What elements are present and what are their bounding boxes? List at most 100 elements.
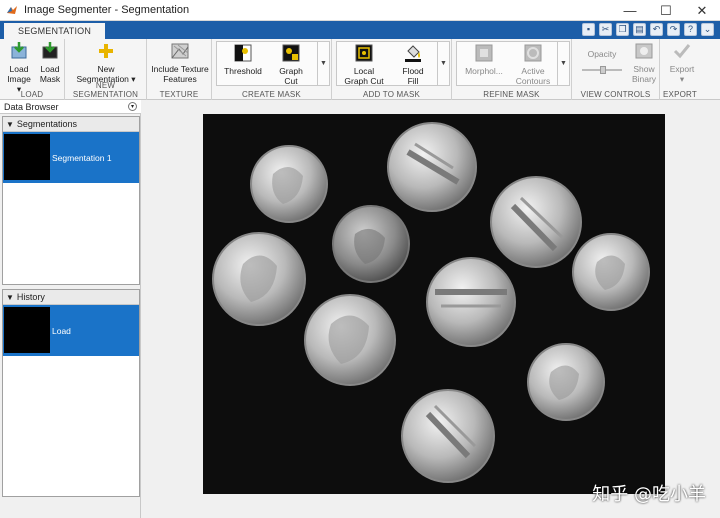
local-graph-cut-label-1: Local — [353, 66, 375, 76]
add-to-mask-gallery: Local Graph Cut Flood Fill ▼ — [336, 41, 450, 86]
window-title: Image Segmenter - Segmentation — [24, 4, 190, 16]
history-list-item[interactable]: Load — [3, 305, 139, 356]
history-header[interactable]: ▼ History — [3, 290, 139, 305]
cut-quick-icon[interactable]: ✂ — [599, 23, 612, 36]
new-segmentation-button[interactable]: New Segmentation ▾ — [69, 41, 143, 84]
data-browser-header: Data Browser ▾ — [0, 100, 141, 114]
view-controls-group-label: VIEW CONTROLS — [580, 90, 651, 99]
close-button[interactable]: ✕ — [684, 0, 720, 21]
coin — [490, 176, 582, 268]
flood-fill-button[interactable]: Flood Fill — [391, 43, 435, 86]
minimize-button[interactable]: — — [612, 0, 648, 21]
create-mask-gallery: Threshold Graph Cut ▼ — [216, 41, 330, 86]
coin — [572, 233, 650, 311]
matlab-app-icon — [7, 6, 17, 14]
add-to-mask-expand-button[interactable]: ▼ — [437, 42, 449, 85]
coins-image[interactable] — [203, 114, 665, 494]
redo-quick-icon[interactable]: ↷ — [667, 23, 680, 36]
data-browser-menu-icon[interactable]: ▾ — [128, 102, 137, 111]
flood-fill-label-2: Fill — [407, 76, 419, 86]
load-group-label: LOAD — [20, 90, 44, 99]
include-texture-label-2: Features — [163, 74, 197, 84]
watermark: 知乎 @吃小羊 — [592, 484, 706, 505]
load-image-label-1: Load — [9, 64, 29, 74]
refine-mask-expand-button[interactable]: ▼ — [557, 42, 569, 85]
include-texture-label-1: Include Texture — [151, 64, 209, 74]
paste-quick-icon[interactable]: ▤ — [633, 23, 646, 36]
add-to-mask-group-label: ADD TO MASK — [362, 90, 421, 99]
coins-image-svg — [203, 114, 665, 494]
texture-group: Include Texture Features TEXTURE — [147, 39, 212, 100]
tab-strip: SEGMENTATION ▪ ✂ ❐ ▤ ↶ ↷ ? ⌄ — [0, 21, 720, 39]
morphology-button[interactable]: Morphol... — [459, 43, 509, 76]
image-display-area — [141, 100, 720, 518]
show-binary-label-2: Binary — [631, 74, 657, 84]
create-mask-expand-button[interactable]: ▼ — [317, 42, 329, 85]
load-image-button[interactable]: Load Image ▾ — [4, 41, 34, 94]
export-label-1: Export — [669, 64, 695, 74]
maximize-button[interactable]: ☐ — [648, 0, 684, 21]
texture-group-label: TEXTURE — [159, 90, 199, 99]
export-group: Export ▾ EXPORT — [660, 39, 720, 100]
segmentations-header[interactable]: ▼ Segmentations — [3, 117, 139, 132]
refine-mask-gallery: Morphol... Active Contours ▼ — [456, 41, 570, 86]
morphology-label: Morphol... — [465, 66, 503, 76]
history-item-label: Load — [52, 326, 71, 336]
opacity-slider-thumb[interactable] — [600, 66, 606, 74]
opacity-control: Opacity — [576, 49, 628, 74]
tab-segmentation[interactable]: SEGMENTATION — [4, 23, 106, 39]
include-texture-button[interactable]: Include Texture Features — [149, 41, 211, 84]
threshold-button[interactable]: Threshold — [221, 43, 265, 76]
load-mask-button[interactable]: Load Mask — [36, 41, 64, 84]
create-mask-group-label: CREATE MASK — [242, 90, 301, 99]
collapse-triangle-icon: ▼ — [6, 293, 14, 302]
ribbon: Load Image ▾ Load Mask LOAD New Segmenta… — [0, 39, 720, 100]
segmentation-thumbnail — [4, 134, 50, 180]
local-graph-cut-label-2: Graph Cut — [344, 76, 384, 86]
active-contours-icon — [524, 44, 542, 62]
coin — [304, 294, 396, 386]
segmentations-title: Segmentations — [16, 119, 77, 129]
load-group: Load Image ▾ Load Mask LOAD — [0, 39, 65, 100]
flood-fill-icon — [405, 45, 421, 62]
export-label-2: ▾ — [679, 74, 685, 84]
help-quick-icon[interactable]: ? — [684, 23, 697, 36]
opacity-slider[interactable] — [582, 66, 622, 74]
copy-quick-icon[interactable]: ❐ — [616, 23, 629, 36]
load-mask-label-2: Mask — [39, 74, 61, 84]
morphology-icon — [475, 44, 493, 62]
segmentation-list-item[interactable]: Segmentation 1 — [3, 132, 139, 183]
export-button[interactable]: Export ▾ — [664, 41, 700, 84]
expand-ribbon-icon[interactable]: ⌄ — [701, 23, 714, 36]
local-graph-cut-button[interactable]: Local Graph Cut — [339, 43, 389, 86]
export-group-label: EXPORT — [663, 90, 697, 99]
coin — [426, 257, 516, 347]
history-title: History — [16, 292, 45, 302]
create-mask-group: Threshold Graph Cut ▼ CREATE MASK — [212, 39, 332, 100]
view-controls-group: Opacity Show Binary VIEW CONTROLS — [572, 39, 660, 100]
coin — [250, 145, 328, 223]
history-thumbnail — [4, 307, 50, 353]
threshold-label: Threshold — [224, 66, 262, 76]
show-binary-button[interactable]: Show Binary — [630, 41, 658, 84]
save-quick-icon[interactable]: ▪ — [582, 23, 595, 36]
coin — [401, 389, 495, 483]
graph-cut-icon — [282, 44, 300, 62]
graph-cut-label-2: Cut — [284, 76, 298, 86]
new-segmentation-group-label: NEW SEGMENTATION — [72, 81, 139, 99]
collapse-triangle-icon: ▼ — [6, 120, 14, 129]
data-browser-panel: Data Browser ▾ ▼ Segmentations Segmentati… — [0, 100, 141, 518]
coin — [387, 122, 477, 212]
flood-fill-label-1: Flood — [402, 66, 424, 76]
add-to-mask-group: Local Graph Cut Flood Fill ▼ ADD TO MASK — [332, 39, 452, 100]
active-contours-label-1: Active — [521, 66, 545, 76]
opacity-label: Opacity — [587, 49, 617, 59]
threshold-icon — [234, 44, 252, 62]
segmentation-item-label: Segmentation 1 — [52, 153, 112, 163]
load-mask-label-1: Load — [40, 64, 60, 74]
texture-icon — [171, 43, 189, 59]
active-contours-button[interactable]: Active Contours — [511, 43, 555, 86]
coin — [212, 232, 306, 326]
graph-cut-button[interactable]: Graph Cut — [269, 43, 313, 86]
undo-quick-icon[interactable]: ↶ — [650, 23, 663, 36]
